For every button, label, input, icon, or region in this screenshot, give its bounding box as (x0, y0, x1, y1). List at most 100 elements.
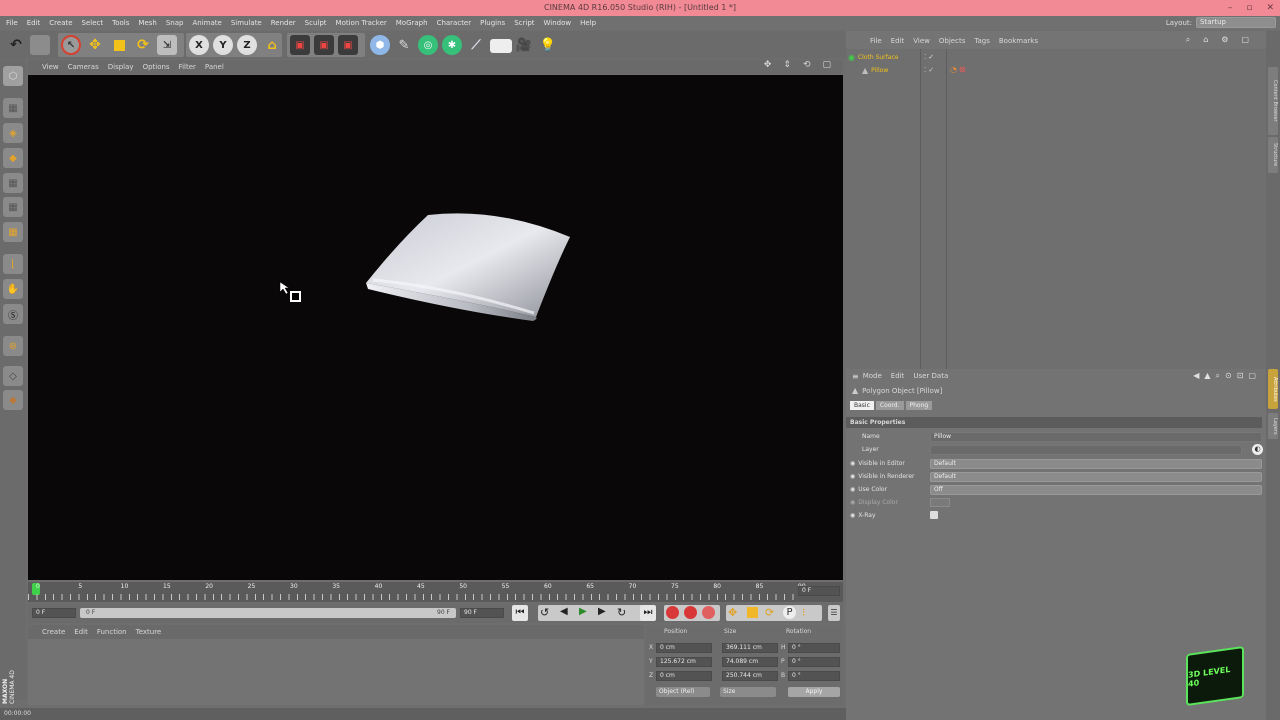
nurbs-icon[interactable]: ◎ (418, 35, 438, 55)
viewport-menu-display[interactable]: Display (108, 63, 134, 71)
animate-dot-icon[interactable]: ◉ (850, 486, 855, 493)
menu-mesh[interactable]: Mesh (138, 19, 156, 27)
menu-character[interactable]: Character (437, 19, 472, 27)
x-axis-toggle[interactable]: X (189, 35, 209, 55)
recent-tool-icon[interactable]: ⇲ (157, 35, 177, 55)
z-axis-toggle[interactable]: Z (237, 35, 257, 55)
minimize-button[interactable]: – (1228, 0, 1233, 16)
locked-workplane-icon[interactable]: ◆ (3, 390, 23, 410)
key-rotation-icon[interactable]: ⟳ (765, 606, 774, 619)
menu-edit[interactable]: Edit (27, 19, 41, 27)
play-icon[interactable]: ▶ (579, 606, 587, 617)
attributes-menu-mode[interactable]: Mode (863, 372, 882, 380)
object-menu-objects[interactable]: Objects (939, 37, 965, 45)
tweak-mode-icon[interactable]: ✋ (3, 279, 23, 299)
keyframe-selection-icon[interactable] (702, 606, 715, 619)
visibility-dots-icon[interactable]: ⁚ (924, 53, 926, 61)
menu-script[interactable]: Script (514, 19, 534, 27)
autokey-icon[interactable] (684, 606, 697, 619)
close-button[interactable]: ✕ (1266, 0, 1274, 16)
3d-viewport[interactable] (28, 75, 843, 580)
menu-simulate[interactable]: Simulate (231, 19, 262, 27)
layout-dropdown[interactable]: Startup (1196, 17, 1276, 28)
material-menu-texture[interactable]: Texture (136, 628, 162, 636)
phong-tag-icon[interactable]: ◔ (950, 65, 957, 74)
texture-mode-icon[interactable]: ◈ (3, 123, 23, 143)
menu-select[interactable]: Select (82, 19, 104, 27)
tab-layers[interactable]: Layers (1268, 413, 1278, 439)
object-menu-bookmarks[interactable]: Bookmarks (999, 37, 1038, 45)
maximize-button[interactable]: ▫ (1246, 0, 1252, 16)
menu-render[interactable]: Render (271, 19, 296, 27)
previous-key-icon[interactable]: ↺ (540, 606, 549, 619)
search-icon[interactable]: ⌕ (1216, 371, 1220, 381)
object-row-pillow[interactable]: ▲ Pillow (862, 65, 920, 76)
snap-icon[interactable]: Ⓢ (3, 304, 23, 324)
lock-icon[interactable]: ⊙ (1225, 371, 1232, 381)
home-icon[interactable]: ⌂ (1203, 35, 1208, 45)
visible-renderer-dropdown[interactable]: Default (930, 472, 1262, 482)
position-y-field[interactable]: 125.672 cm (656, 657, 712, 667)
menu-mograph[interactable]: MoGraph (396, 19, 428, 27)
viewport-menu-panel[interactable]: Panel (205, 63, 224, 71)
check-icon[interactable]: ✓ (928, 53, 934, 61)
menu-sculpt[interactable]: Sculpt (305, 19, 327, 27)
tab-coord[interactable]: Coord. (875, 401, 904, 410)
timeline-menu-icon[interactable]: ☰ (828, 605, 840, 621)
viewport-menu-cameras[interactable]: Cameras (68, 63, 99, 71)
frame-range-slider[interactable]: 0 F 90 F (80, 608, 456, 618)
array-icon[interactable]: ✱ (442, 35, 462, 55)
visibility-dots-icon[interactable]: ⁚ (924, 66, 926, 74)
rotate-icon[interactable]: ⟳ (133, 35, 153, 55)
zoom-icon[interactable]: ⇕ (783, 60, 791, 70)
new-panel-icon[interactable]: ⊡ (1237, 371, 1244, 381)
sculpt-icon[interactable]: ⊛ (3, 336, 23, 356)
menu-animate[interactable]: Animate (192, 19, 221, 27)
redo-button[interactable] (30, 35, 50, 55)
cube-icon[interactable]: ⬢ (370, 35, 390, 55)
key-position-icon[interactable]: ✥ (728, 606, 737, 619)
rotation-p-field[interactable]: 0 ° (788, 657, 840, 667)
visible-editor-dropdown[interactable]: Default (930, 459, 1262, 469)
apply-button[interactable]: Apply (788, 687, 840, 697)
size-x-field[interactable]: 369.111 cm (722, 643, 778, 653)
end-frame-field[interactable]: 90 F (460, 608, 504, 618)
pan-icon[interactable]: ✥ (764, 60, 772, 70)
material-menu-function[interactable]: Function (97, 628, 127, 636)
pen-spline-icon[interactable]: ✎ (394, 35, 414, 55)
animate-dot-icon[interactable]: ◉ (850, 499, 855, 506)
layer-field[interactable] (930, 445, 1242, 455)
attributes-menu-user-data[interactable]: User Data (913, 372, 948, 380)
live-selection-icon[interactable]: ↖ (61, 35, 81, 55)
tab-content-browser[interactable]: Content Browser (1268, 67, 1278, 135)
polygons-mode-icon[interactable]: ▦ (3, 222, 23, 242)
size-z-field[interactable]: 250.744 cm (722, 671, 778, 681)
timeline-ruler[interactable]: 051015202530354045505560657075808590 0 F (28, 582, 843, 602)
menu-file[interactable]: File (6, 19, 18, 27)
model-mode-icon[interactable]: ▦ (3, 98, 23, 118)
tab-attributes[interactable]: Attributes (1268, 369, 1278, 409)
animate-dot-icon[interactable]: ◉ (850, 512, 855, 519)
next-frame-icon[interactable]: ▶ (598, 606, 606, 617)
position-z-field[interactable]: 0 cm (656, 671, 712, 681)
display-color-swatch[interactable] (930, 498, 950, 507)
edges-mode-icon[interactable]: ▦ (3, 197, 23, 217)
menu-plugins[interactable]: Plugins (480, 19, 505, 27)
points-mode-icon[interactable]: ▦ (3, 173, 23, 193)
maximize-view-icon[interactable]: ▢ (822, 60, 831, 70)
rotation-b-field[interactable]: 0 ° (788, 671, 840, 681)
render-picture-viewer-icon[interactable]: ▣ (314, 35, 334, 55)
attributes-menu-edit[interactable]: Edit (891, 372, 905, 380)
render-view-icon[interactable]: ▣ (290, 35, 310, 55)
menu-snap[interactable]: Snap (166, 19, 184, 27)
animate-dot-icon[interactable]: ◉ (850, 473, 855, 480)
object-menu-edit[interactable]: Edit (891, 37, 905, 45)
scale-icon[interactable] (109, 35, 129, 55)
animate-dot-icon[interactable]: ◉ (850, 460, 855, 467)
name-field[interactable]: Pillow (930, 432, 1262, 442)
material-menu-create[interactable]: Create (42, 628, 65, 636)
expand-icon[interactable]: ▢ (1241, 35, 1249, 45)
size-mode-dropdown[interactable]: Size (720, 687, 776, 697)
workplane-icon[interactable]: ◇ (3, 366, 23, 386)
key-scale-icon[interactable] (747, 607, 758, 618)
